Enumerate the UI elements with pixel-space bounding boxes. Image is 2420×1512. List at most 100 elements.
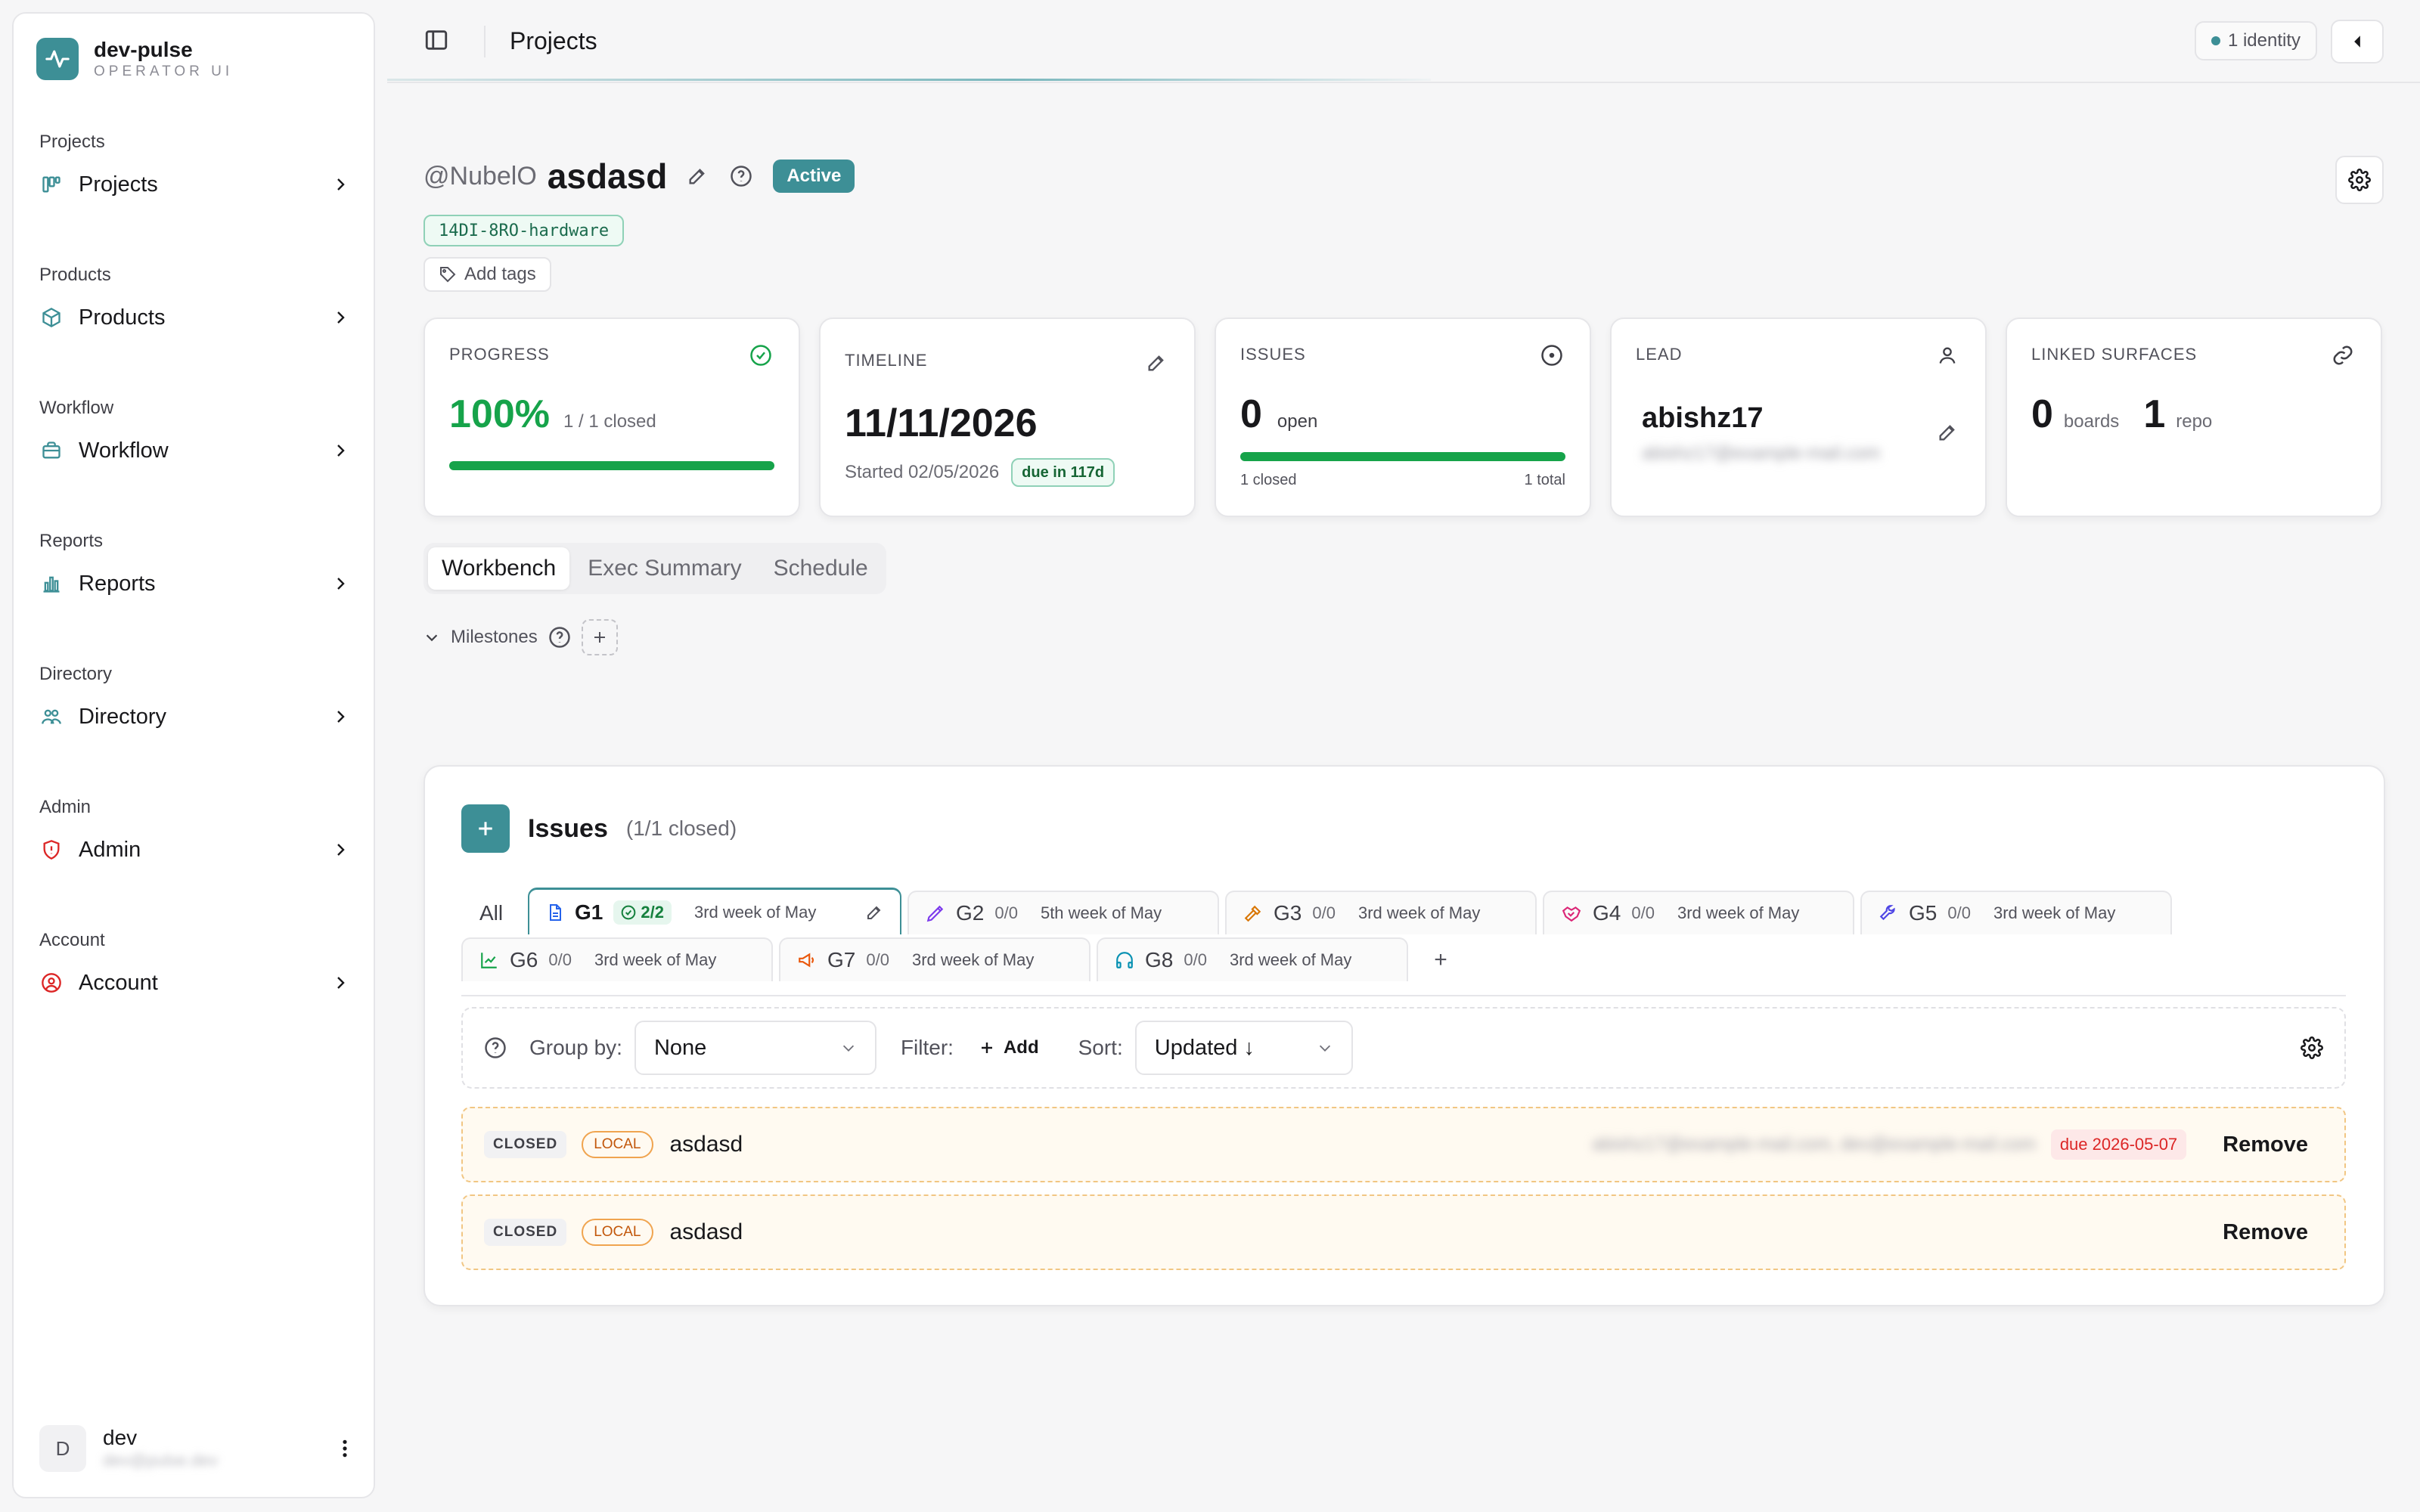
- sidebar-item-admin[interactable]: Admin: [39, 829, 357, 871]
- kebab-menu-icon[interactable]: [333, 1436, 357, 1461]
- add-tags-label: Add tags: [464, 264, 536, 284]
- tab-schedule[interactable]: Schedule: [760, 547, 882, 590]
- help-circle-icon[interactable]: [548, 626, 571, 649]
- group-name: G1: [575, 900, 603, 924]
- sidebar-item-projects[interactable]: Projects: [39, 163, 357, 206]
- project-owner[interactable]: @NubelO: [424, 162, 537, 191]
- tab-exec-summary[interactable]: Exec Summary: [574, 547, 755, 590]
- chart-icon: [479, 950, 499, 970]
- closed-count: 1 closed: [1240, 472, 1297, 488]
- total-count: 1 total: [1524, 472, 1565, 488]
- group-by-select[interactable]: None: [634, 1021, 876, 1075]
- chevron-right-icon: [328, 172, 352, 197]
- chevron-right-icon: [328, 971, 352, 995]
- issue-title[interactable]: asdasd: [670, 1219, 743, 1245]
- add-issue-button[interactable]: [461, 804, 510, 853]
- pulse-logo-icon: [36, 38, 79, 80]
- sidebar-item-account[interactable]: Account: [39, 962, 357, 1004]
- nav-group-account: Account: [39, 930, 105, 950]
- issues-bar: [1240, 452, 1565, 461]
- chevron-down-icon[interactable]: [424, 629, 440, 646]
- boards-count: 0: [2031, 392, 2053, 436]
- group-tab-g3[interactable]: G3 0/0 3rd week of May: [1225, 891, 1537, 934]
- progress-bar: [449, 461, 774, 470]
- group-tab-g6[interactable]: G6 0/0 3rd week of May: [461, 937, 773, 981]
- group-tab-g2[interactable]: G2 0/0 5th week of May: [908, 891, 1219, 934]
- remove-issue-button[interactable]: Remove: [2223, 1220, 2308, 1245]
- group-tab-all[interactable]: All: [461, 891, 528, 934]
- briefcase-icon: [39, 438, 64, 463]
- group-tab-label: All: [479, 901, 504, 925]
- edit-pencil-icon[interactable]: [1934, 419, 1961, 446]
- plus-icon: [978, 1039, 996, 1057]
- progress-card: PROGRESS 100% 1 / 1 closed: [424, 318, 800, 517]
- sidebar-item-label: Workflow: [79, 438, 169, 463]
- issues-card: ISSUES 0 open 1 closed 1 total: [1215, 318, 1591, 517]
- due-date-badge: due 2026-05-07: [2050, 1129, 2187, 1160]
- brand-subtitle: OPERATOR UI: [94, 64, 234, 79]
- megaphone-icon: [797, 950, 817, 970]
- lead-email: abishz17@example-mail.com: [1642, 443, 1881, 463]
- add-tags-button[interactable]: Add tags: [424, 257, 551, 292]
- chevron-right-icon: [328, 838, 352, 862]
- remove-issue-button[interactable]: Remove: [2223, 1132, 2308, 1157]
- help-circle-icon[interactable]: [728, 163, 755, 190]
- sidebar-item-directory[interactable]: Directory: [39, 696, 357, 738]
- milestones-label[interactable]: Milestones: [451, 627, 538, 648]
- check-circle-icon: [621, 905, 636, 920]
- chevron-right-icon: [328, 705, 352, 729]
- group-by-label: Group by:: [529, 1036, 622, 1059]
- source-badge: LOCAL: [582, 1131, 653, 1158]
- progress-bar-fill: [449, 461, 774, 470]
- sidebar: dev-pulse OPERATOR UI Projects Projects …: [12, 12, 375, 1498]
- add-group-label: +: [1434, 947, 1447, 972]
- issue-title[interactable]: asdasd: [670, 1132, 743, 1157]
- add-group-button[interactable]: +: [1414, 937, 1467, 981]
- group-tab-g5[interactable]: G5 0/0 3rd week of May: [1860, 891, 2172, 934]
- chevron-right-icon: [328, 305, 352, 330]
- project-settings-button[interactable]: [2335, 156, 2384, 204]
- document-icon: [546, 903, 564, 922]
- edit-pencil-icon[interactable]: [684, 163, 711, 190]
- top-bar: Projects 1 identity: [387, 0, 2420, 83]
- group-tabs: All G1 2/2 3rd week of May G2 0/0 5th we…: [461, 888, 2346, 996]
- project-code-tag[interactable]: 14DI-8RO-hardware: [424, 215, 625, 246]
- add-filter-button[interactable]: Add: [978, 1037, 1039, 1058]
- card-label: LINKED SURFACES: [2031, 345, 2198, 364]
- status-badge: Active: [773, 160, 855, 193]
- add-milestone-button[interactable]: [581, 619, 618, 655]
- link-icon[interactable]: [2329, 342, 2356, 369]
- user-circle-icon: [39, 971, 64, 995]
- group-tab-g8[interactable]: G8 0/0 3rd week of May: [1097, 937, 1408, 981]
- brand[interactable]: dev-pulse OPERATOR UI: [36, 35, 351, 83]
- help-circle-icon[interactable]: [484, 1036, 507, 1059]
- issues-title: Issues: [528, 813, 608, 843]
- group-week: 3rd week of May: [1993, 903, 2116, 922]
- edit-pencil-icon[interactable]: [865, 903, 883, 922]
- identity-label: 1 identity: [2227, 30, 2301, 51]
- edit-pencil-icon[interactable]: [1143, 349, 1170, 376]
- tab-workbench[interactable]: Workbench: [428, 547, 570, 590]
- user-email: dev@pulse.dev: [103, 1451, 218, 1470]
- group-tab-g4[interactable]: G4 0/0 3rd week of May: [1543, 891, 1854, 934]
- plus-icon: [591, 628, 609, 646]
- issue-row[interactable]: CLOSED LOCAL asdasd Remove: [461, 1194, 2346, 1270]
- sidebar-item-reports[interactable]: Reports: [39, 562, 357, 605]
- sidebar-item-products[interactable]: Products: [39, 296, 357, 339]
- gear-icon[interactable]: [2301, 1036, 2323, 1059]
- user-menu[interactable]: D dev dev@pulse.dev: [39, 1421, 357, 1476]
- progress-detail: 1 / 1 closed: [563, 411, 656, 432]
- group-name: G4: [1593, 901, 1621, 925]
- sidebar-toggle-icon[interactable]: [424, 27, 451, 54]
- group-tab-g7[interactable]: G7 0/0 3rd week of May: [779, 937, 1091, 981]
- sort-select[interactable]: Updated ↓: [1134, 1021, 1353, 1075]
- group-name: G2: [956, 901, 985, 925]
- sidebar-item-workflow[interactable]: Workflow: [39, 429, 357, 472]
- group-week: 3rd week of May: [693, 902, 817, 922]
- group-name: G7: [827, 948, 856, 971]
- group-tab-g1[interactable]: G1 2/2 3rd week of May: [528, 888, 901, 934]
- identity-pill[interactable]: 1 identity: [2194, 21, 2317, 60]
- collapse-panel-button[interactable]: [2331, 20, 2384, 64]
- nav-group-admin: Admin: [39, 797, 92, 817]
- issue-row[interactable]: CLOSED LOCAL asdasd abishz17@example-mai…: [461, 1107, 2346, 1182]
